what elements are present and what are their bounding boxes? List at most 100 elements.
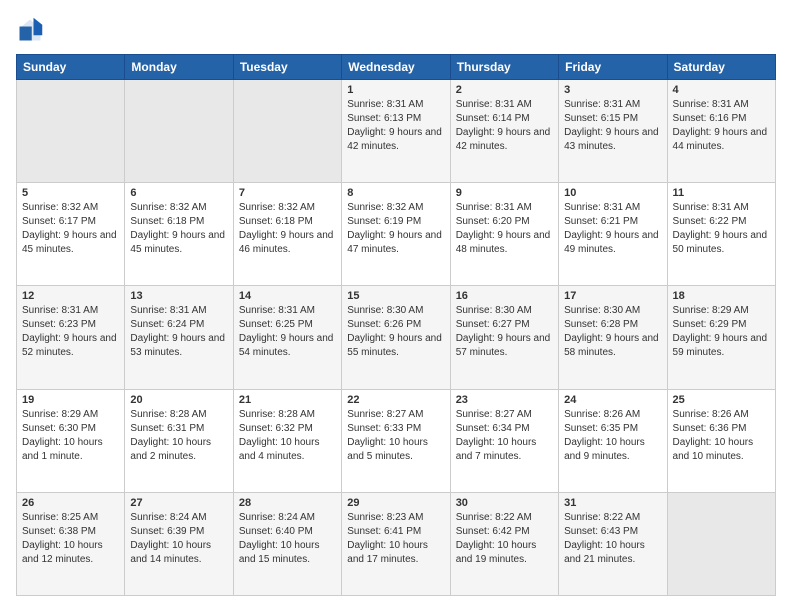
day-number: 3 — [564, 84, 661, 96]
calendar-cell: 8 Sunrise: 8:32 AM Sunset: 6:19 PM Daylig… — [342, 183, 450, 286]
calendar-cell: 17 Sunrise: 8:30 AM Sunset: 6:28 PM Dayli… — [559, 286, 667, 389]
calendar-cell: 31 Sunrise: 8:22 AM Sunset: 6:43 PM Dayli… — [559, 492, 667, 595]
calendar-cell: 26 Sunrise: 8:25 AM Sunset: 6:38 PM Dayli… — [17, 492, 125, 595]
calendar-cell: 1Sunrise: 8:31 AM Sunset: 6:13 PM Daylig… — [342, 80, 450, 183]
week-row-4: 19 Sunrise: 8:29 AM Sunset: 6:30 PM Dayli… — [17, 389, 776, 492]
calendar-cell — [17, 80, 125, 183]
day-info: Sunrise: 8:31 AM Sunset: 6:23 PM Dayligh… — [22, 304, 119, 360]
day-info: Sunrise: 8:32 AM Sunset: 6:18 PM Dayligh… — [239, 201, 336, 257]
calendar-cell: 11 Sunrise: 8:31 AM Sunset: 6:22 PM Dayli… — [667, 183, 775, 286]
day-number: 7 — [239, 187, 336, 199]
day-of-week-sunday: Sunday — [17, 55, 125, 80]
day-info: Sunrise: 8:23 AM Sunset: 6:41 PM Dayligh… — [347, 511, 444, 567]
day-number: 22 — [347, 394, 444, 406]
calendar-cell — [233, 80, 341, 183]
day-number: 11 — [673, 187, 770, 199]
day-number: 26 — [22, 497, 119, 509]
day-info: Sunrise: 8:31 AM Sunset: 6:15 PM Dayligh… — [564, 98, 661, 154]
calendar-cell: 4Sunrise: 8:31 AM Sunset: 6:16 PM Daylig… — [667, 80, 775, 183]
day-info: Sunrise: 8:24 AM Sunset: 6:39 PM Dayligh… — [130, 511, 227, 567]
calendar-cell: 10 Sunrise: 8:31 AM Sunset: 6:21 PM Dayli… — [559, 183, 667, 286]
calendar-cell: 15 Sunrise: 8:30 AM Sunset: 6:26 PM Dayli… — [342, 286, 450, 389]
header — [16, 16, 776, 44]
day-info: Sunrise: 8:28 AM Sunset: 6:32 PM Dayligh… — [239, 408, 336, 464]
day-number: 27 — [130, 497, 227, 509]
calendar-cell — [667, 492, 775, 595]
day-info: Sunrise: 8:31 AM Sunset: 6:14 PM Dayligh… — [456, 98, 553, 154]
calendar-cell: 25 Sunrise: 8:26 AM Sunset: 6:36 PM Dayli… — [667, 389, 775, 492]
day-number: 20 — [130, 394, 227, 406]
day-of-week-tuesday: Tuesday — [233, 55, 341, 80]
day-number: 18 — [673, 290, 770, 302]
day-number: 2 — [456, 84, 553, 96]
day-info: Sunrise: 8:27 AM Sunset: 6:34 PM Dayligh… — [456, 408, 553, 464]
calendar-page: SundayMondayTuesdayWednesdayThursdayFrid… — [0, 0, 792, 612]
calendar-cell: 3 Sunrise: 8:31 AM Sunset: 6:15 PM Daylig… — [559, 80, 667, 183]
day-number: 29 — [347, 497, 444, 509]
day-info: Sunrise: 8:32 AM Sunset: 6:19 PM Dayligh… — [347, 201, 444, 257]
calendar-cell: 5Sunrise: 8:32 AM Sunset: 6:17 PM Daylig… — [17, 183, 125, 286]
calendar-cell: 22 Sunrise: 8:27 AM Sunset: 6:33 PM Dayli… — [342, 389, 450, 492]
day-number: 30 — [456, 497, 553, 509]
day-number: 17 — [564, 290, 661, 302]
week-row-2: 5Sunrise: 8:32 AM Sunset: 6:17 PM Daylig… — [17, 183, 776, 286]
calendar-header: SundayMondayTuesdayWednesdayThursdayFrid… — [17, 55, 776, 80]
day-of-week-monday: Monday — [125, 55, 233, 80]
day-number: 12 — [22, 290, 119, 302]
calendar-cell: 6 Sunrise: 8:32 AM Sunset: 6:18 PM Daylig… — [125, 183, 233, 286]
day-number: 28 — [239, 497, 336, 509]
day-info: Sunrise: 8:31 AM Sunset: 6:22 PM Dayligh… — [673, 201, 770, 257]
day-info: Sunrise: 8:26 AM Sunset: 6:36 PM Dayligh… — [673, 408, 770, 464]
day-info: Sunrise: 8:31 AM Sunset: 6:21 PM Dayligh… — [564, 201, 661, 257]
day-of-week-wednesday: Wednesday — [342, 55, 450, 80]
day-number: 15 — [347, 290, 444, 302]
logo-icon — [16, 16, 44, 44]
day-number: 23 — [456, 394, 553, 406]
day-info: Sunrise: 8:28 AM Sunset: 6:31 PM Dayligh… — [130, 408, 227, 464]
logo — [16, 16, 48, 44]
day-info: Sunrise: 8:30 AM Sunset: 6:28 PM Dayligh… — [564, 304, 661, 360]
day-number: 21 — [239, 394, 336, 406]
calendar-cell: 28 Sunrise: 8:24 AM Sunset: 6:40 PM Dayli… — [233, 492, 341, 595]
day-info: Sunrise: 8:32 AM Sunset: 6:18 PM Dayligh… — [130, 201, 227, 257]
day-number: 4 — [673, 84, 770, 96]
day-number: 24 — [564, 394, 661, 406]
calendar-body: 1Sunrise: 8:31 AM Sunset: 6:13 PM Daylig… — [17, 80, 776, 596]
day-info: Sunrise: 8:31 AM Sunset: 6:24 PM Dayligh… — [130, 304, 227, 360]
day-number: 31 — [564, 497, 661, 509]
day-info: Sunrise: 8:29 AM Sunset: 6:29 PM Dayligh… — [673, 304, 770, 360]
calendar-cell: 16 Sunrise: 8:30 AM Sunset: 6:27 PM Dayli… — [450, 286, 558, 389]
day-number: 6 — [130, 187, 227, 199]
day-info: Sunrise: 8:22 AM Sunset: 6:42 PM Dayligh… — [456, 511, 553, 567]
day-info: Sunrise: 8:30 AM Sunset: 6:26 PM Dayligh… — [347, 304, 444, 360]
day-info: Sunrise: 8:30 AM Sunset: 6:27 PM Dayligh… — [456, 304, 553, 360]
day-number: 5 — [22, 187, 119, 199]
day-info: Sunrise: 8:22 AM Sunset: 6:43 PM Dayligh… — [564, 511, 661, 567]
day-number: 13 — [130, 290, 227, 302]
day-info: Sunrise: 8:24 AM Sunset: 6:40 PM Dayligh… — [239, 511, 336, 567]
header-row: SundayMondayTuesdayWednesdayThursdayFrid… — [17, 55, 776, 80]
day-of-week-friday: Friday — [559, 55, 667, 80]
week-row-1: 1Sunrise: 8:31 AM Sunset: 6:13 PM Daylig… — [17, 80, 776, 183]
calendar-cell: 27 Sunrise: 8:24 AM Sunset: 6:39 PM Dayli… — [125, 492, 233, 595]
calendar-cell: 23 Sunrise: 8:27 AM Sunset: 6:34 PM Dayli… — [450, 389, 558, 492]
week-row-5: 26 Sunrise: 8:25 AM Sunset: 6:38 PM Dayli… — [17, 492, 776, 595]
day-number: 10 — [564, 187, 661, 199]
day-info: Sunrise: 8:25 AM Sunset: 6:38 PM Dayligh… — [22, 511, 119, 567]
day-number: 19 — [22, 394, 119, 406]
week-row-3: 12 Sunrise: 8:31 AM Sunset: 6:23 PM Dayli… — [17, 286, 776, 389]
calendar-cell: 7 Sunrise: 8:32 AM Sunset: 6:18 PM Daylig… — [233, 183, 341, 286]
day-info: Sunrise: 8:27 AM Sunset: 6:33 PM Dayligh… — [347, 408, 444, 464]
calendar-cell: 2 Sunrise: 8:31 AM Sunset: 6:14 PM Daylig… — [450, 80, 558, 183]
calendar-cell: 29 Sunrise: 8:23 AM Sunset: 6:41 PM Dayli… — [342, 492, 450, 595]
calendar-cell: 12 Sunrise: 8:31 AM Sunset: 6:23 PM Dayli… — [17, 286, 125, 389]
calendar-cell: 18 Sunrise: 8:29 AM Sunset: 6:29 PM Dayli… — [667, 286, 775, 389]
day-info: Sunrise: 8:29 AM Sunset: 6:30 PM Dayligh… — [22, 408, 119, 464]
day-number: 8 — [347, 187, 444, 199]
calendar-cell: 21 Sunrise: 8:28 AM Sunset: 6:32 PM Dayli… — [233, 389, 341, 492]
day-number: 16 — [456, 290, 553, 302]
day-number: 25 — [673, 394, 770, 406]
calendar-cell: 19 Sunrise: 8:29 AM Sunset: 6:30 PM Dayli… — [17, 389, 125, 492]
day-of-week-saturday: Saturday — [667, 55, 775, 80]
calendar-cell: 30 Sunrise: 8:22 AM Sunset: 6:42 PM Dayli… — [450, 492, 558, 595]
